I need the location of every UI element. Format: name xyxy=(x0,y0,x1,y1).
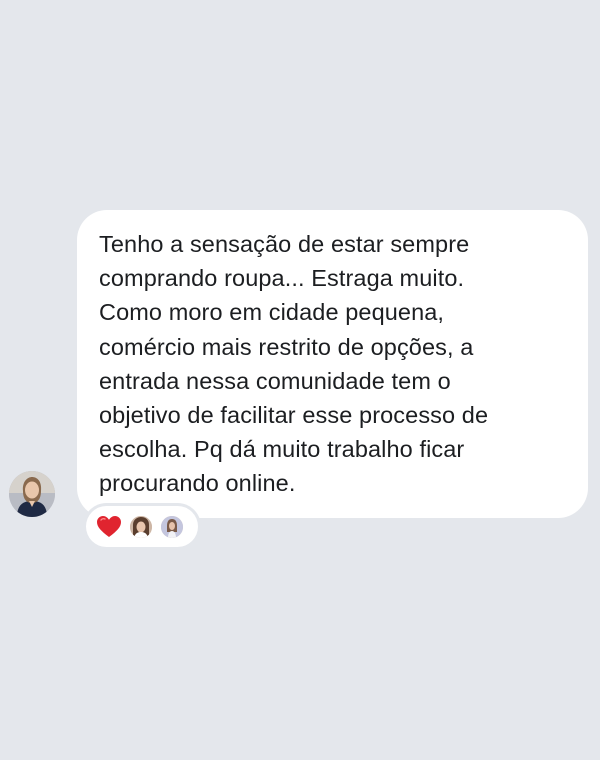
sender-avatar[interactable] xyxy=(9,471,55,517)
red-heart-icon xyxy=(96,515,122,539)
chat-area: Tenho a sensação de estar sempre compran… xyxy=(0,0,600,760)
reactor-avatar-2[interactable] xyxy=(160,514,184,539)
reactions-pill[interactable] xyxy=(86,506,198,547)
message-bubble[interactable]: Tenho a sensação de estar sempre compran… xyxy=(77,210,588,518)
reactor-avatar-1[interactable] xyxy=(129,514,153,539)
sender-avatar-image xyxy=(9,471,55,517)
message-text: Tenho a sensação de estar sempre compran… xyxy=(99,231,489,497)
